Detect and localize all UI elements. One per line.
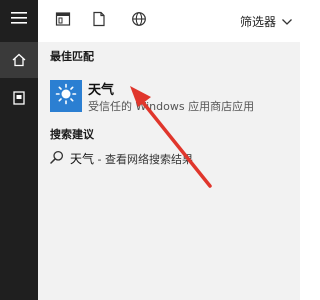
filter-dropdown[interactable]: 筛选器: [240, 12, 292, 30]
filter-label: 筛选器: [239, 14, 276, 29]
search-toolbar: 筛选器: [38, 0, 300, 42]
best-match-heading: 最佳匹配: [50, 50, 94, 63]
document-icon: [91, 11, 107, 31]
hamburger-icon: [11, 12, 27, 24]
device-button[interactable]: [0, 80, 38, 116]
app-name: 天气: [88, 83, 115, 98]
app-description: 受信任的 Windows 应用商店应用: [88, 100, 255, 113]
suggestion-text: 天气 - 查看网络搜索结果: [70, 150, 193, 167]
home-button[interactable]: [0, 42, 38, 78]
results-panel: 最佳匹配 天气 受信任的 Windows 应用商店应用 搜索建议 天气 - 查看…: [38, 42, 300, 300]
chevron-down-icon: [282, 14, 292, 28]
web-search-suggestion[interactable]: 天气 - 查看网络搜索结果: [38, 144, 300, 170]
app-window-icon: [55, 11, 71, 31]
sun-icon: [55, 83, 77, 109]
suggestion-query: 天气: [70, 152, 95, 166]
documents-filter-button[interactable]: [88, 10, 110, 32]
suggestion-hint: - 查看网络搜索结果: [94, 153, 193, 166]
best-match-result[interactable]: 天气 受信任的 Windows 应用商店应用: [38, 74, 300, 120]
menu-button[interactable]: [0, 0, 38, 36]
web-filter-button[interactable]: [128, 10, 150, 32]
device-icon: [12, 91, 26, 105]
globe-icon: [131, 11, 147, 31]
weather-app-tile: [50, 80, 82, 112]
start-rail: [0, 0, 38, 300]
home-icon: [12, 53, 26, 67]
apps-filter-button[interactable]: [52, 10, 74, 32]
search-suggestions-heading: 搜索建议: [50, 128, 94, 141]
search-icon: [50, 149, 64, 168]
